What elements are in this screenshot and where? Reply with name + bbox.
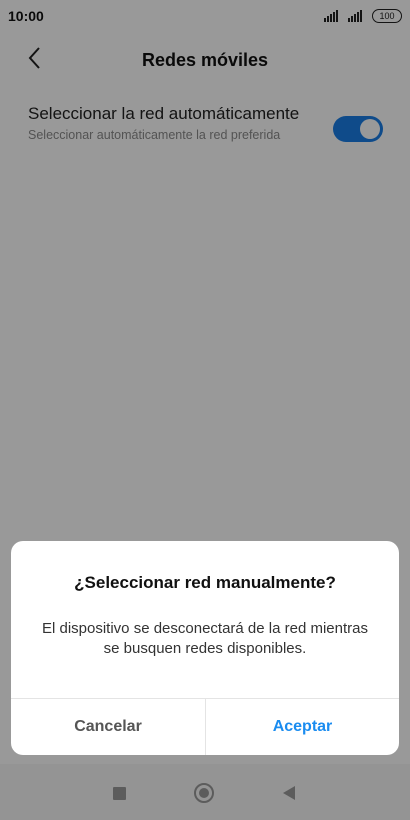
dialog-title: ¿Seleccionar red manualmente?: [74, 573, 336, 592]
select-network-dialog: ¿Seleccionar red manualmente? El disposi…: [11, 541, 399, 755]
screen: 10:00 100 Redes móviles Seleccionar la r…: [0, 0, 410, 820]
accept-button[interactable]: Aceptar: [206, 699, 399, 755]
cancel-button[interactable]: Cancelar: [11, 699, 205, 755]
dialog-message: El dispositivo se desconectará de la red…: [41, 620, 368, 657]
